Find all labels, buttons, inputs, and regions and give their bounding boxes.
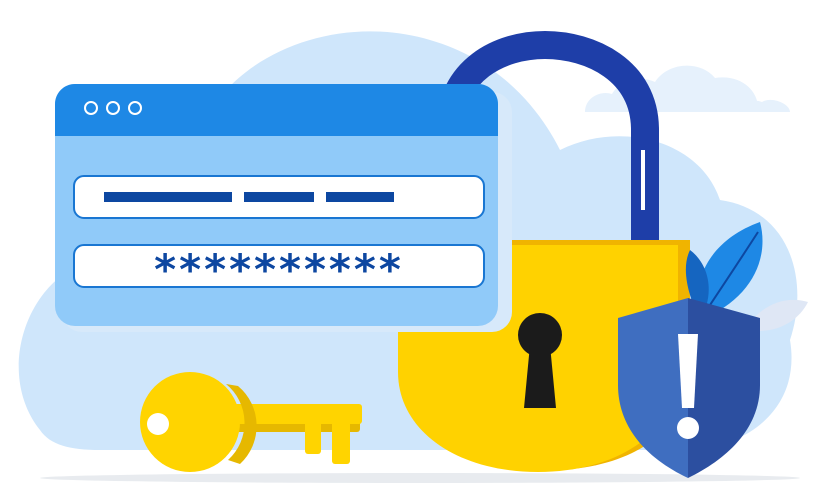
username-dash xyxy=(326,192,394,202)
shackle-highlight xyxy=(641,150,645,210)
exclamation-dot xyxy=(677,417,699,439)
login-window: ********** xyxy=(55,84,512,332)
shield xyxy=(618,298,760,478)
password-text: ********** xyxy=(154,245,404,294)
shield-dark-half xyxy=(688,298,760,478)
key-hole xyxy=(147,413,169,435)
key-tooth xyxy=(332,420,350,464)
key-tooth xyxy=(305,420,321,454)
username-dash xyxy=(104,192,232,202)
username-dash xyxy=(244,192,314,202)
illustration-canvas: ********** xyxy=(18,30,808,483)
window-header xyxy=(55,84,498,136)
